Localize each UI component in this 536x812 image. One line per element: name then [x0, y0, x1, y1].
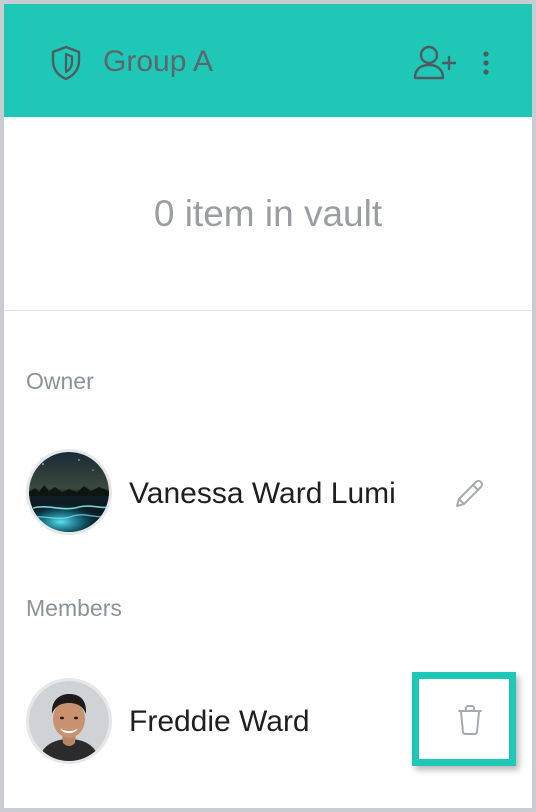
group-card: Group A 0 item in vault Owner Vanessa Wa…: [4, 4, 532, 808]
owner-name: Vanessa Ward Lumi: [129, 477, 396, 510]
member-name: Freddie Ward: [129, 705, 310, 738]
vault-item-count: 0 item in vault: [153, 193, 383, 234]
member-avatar: [26, 678, 112, 764]
group-header: Group A: [4, 4, 532, 117]
more-vertical-icon[interactable]: [476, 48, 496, 78]
trash-icon: [456, 704, 484, 736]
members-section-label: Members: [26, 595, 122, 621]
add-user-icon[interactable]: [411, 44, 457, 80]
delete-member-button[interactable]: [412, 672, 516, 766]
section-divider: [4, 310, 532, 311]
pencil-icon[interactable]: [450, 475, 488, 513]
owner-avatar: [26, 449, 112, 535]
group-title: Group A: [103, 45, 214, 78]
owner-section-label: Owner: [26, 368, 94, 394]
shield-icon: [50, 45, 82, 81]
